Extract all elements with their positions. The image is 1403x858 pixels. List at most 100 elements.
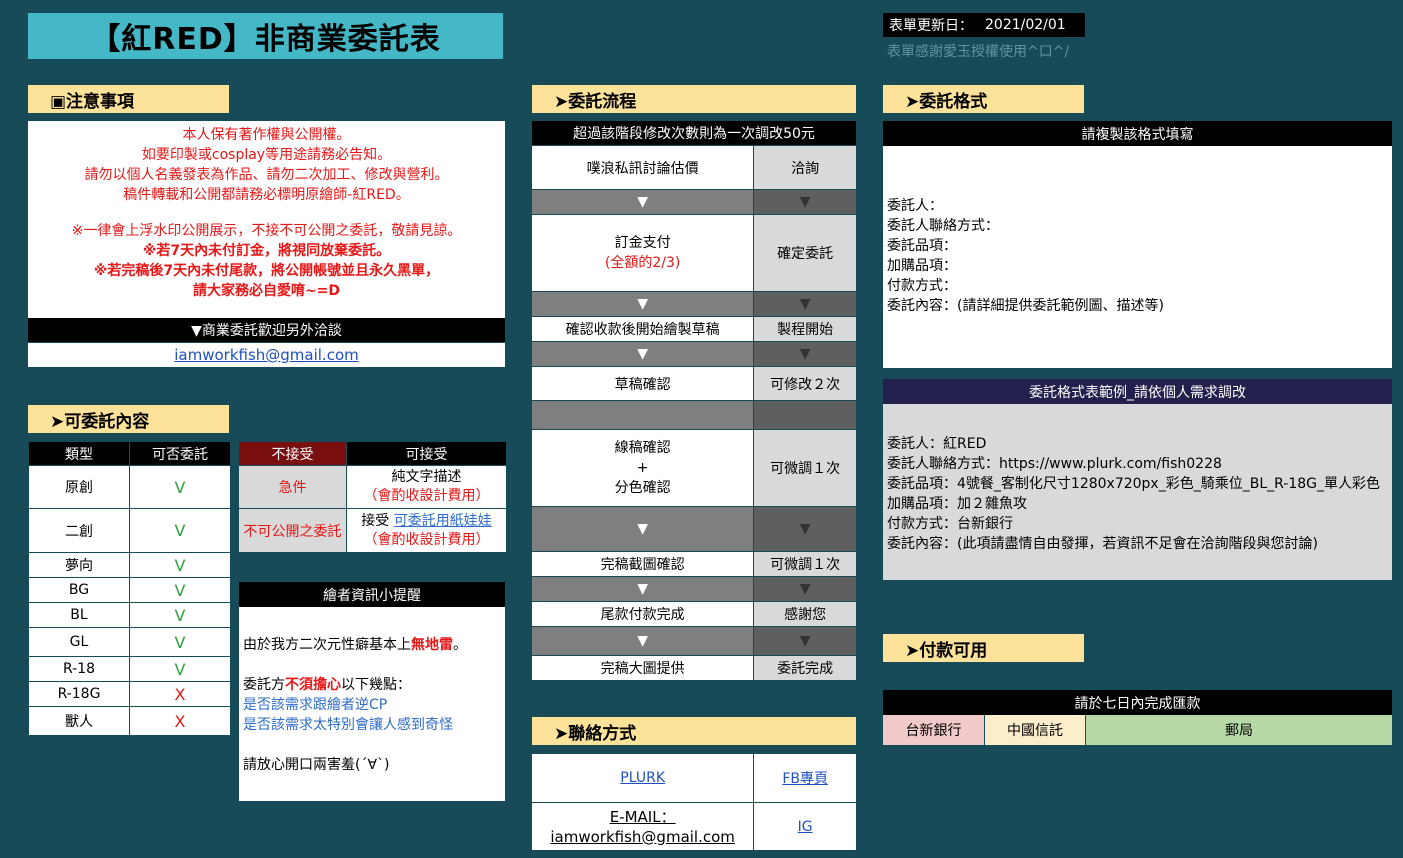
- flow-step-status: 可微調１次: [754, 552, 856, 576]
- email-label: E-MAIL：: [609, 807, 676, 826]
- notice-final-line: ※若完稿後7天內未付尾款，將公開帳號並且永久黑單，: [93, 263, 440, 279]
- ig-cell: IG: [754, 803, 856, 850]
- format-line: 加購品項：: [887, 258, 957, 274]
- down-arrow-icon: ▼: [532, 577, 755, 601]
- flow-step: 完稿截圖確認 可微調１次: [532, 552, 856, 577]
- reject-rush: 急件: [238, 465, 347, 509]
- flow-step-status: 感謝您: [754, 602, 856, 626]
- down-arrow-icon: ▼: [754, 627, 856, 655]
- format-line: 委託人聯絡方式：: [887, 218, 999, 234]
- flow-step-plus: +: [636, 460, 649, 476]
- business-email-link[interactable]: iamworkfish@gmail.com: [174, 346, 359, 364]
- type-cell: 二創: [28, 508, 130, 553]
- type-cell: BL: [28, 602, 130, 628]
- type-cell: BG: [28, 577, 130, 603]
- flow-arrow-row: [532, 401, 856, 430]
- table-row: 夢向 V: [28, 552, 231, 578]
- col-ok-header: 可否委託: [129, 441, 231, 466]
- down-arrow-icon: ▼: [754, 507, 856, 551]
- painter-text: 委託方: [243, 677, 285, 693]
- format-heading: ➤委託格式: [883, 85, 1084, 113]
- flow-step-text: 分色確認: [614, 480, 671, 496]
- example-box: 委託人：紅RED 委託人聯絡方式：https://www.plurk.com/f…: [883, 404, 1392, 580]
- no-mark: X: [129, 706, 231, 736]
- flow-blank: [754, 401, 856, 429]
- type-cell: 獸人: [28, 706, 130, 736]
- update-date: 表單更新日： 2021/02/01: [883, 13, 1085, 37]
- fb-cell: FB專頁: [754, 754, 856, 802]
- type-cell: R-18G: [28, 681, 130, 707]
- painter-line-4: 是否該需求太特別會讓人感到奇怪: [243, 717, 453, 733]
- flow-note: 超過該階段修改次數則為一次調改50元: [532, 121, 856, 145]
- ok-mark: V: [129, 627, 231, 657]
- table-row: 二創 V: [28, 508, 231, 553]
- flow-table: 噗浪私訊討論估價 洽詢 ▼ ▼ 訂金支付 (全額的2/3) 確定委託 ▼ ▼ 確…: [532, 146, 856, 690]
- flow-step-status: 確定委託: [754, 215, 856, 291]
- flow-step-status: 可微調１次: [754, 430, 856, 506]
- payment-note: 請於七日內完成匯款: [883, 690, 1392, 715]
- down-arrow-icon: ▼: [532, 507, 755, 551]
- content-heading: ➤可委託內容: [28, 405, 229, 433]
- painter-highlight: 不須擔心: [285, 677, 341, 693]
- contact-table: PLURK FB專頁 E-MAIL： iamworkfish@gmail.com…: [532, 754, 856, 850]
- post-office: 郵局: [1086, 715, 1392, 745]
- flow-step-label: 訂金支付 (全額的2/3): [532, 215, 755, 291]
- flow-arrow-row: ▼ ▼: [532, 342, 856, 367]
- ok-mark: V: [129, 602, 231, 628]
- table-row: 原創 V: [28, 465, 231, 509]
- business-note: ▼商業委託歡迎另外洽談: [28, 318, 505, 342]
- notice-line: 請勿以個人名義發表為作品、請勿二次加工、修改與營利。: [84, 167, 449, 183]
- flow-step: 確認收款後開始繪製草稿 製程開始: [532, 317, 856, 342]
- payment-heading: ➤付款可用: [883, 634, 1084, 662]
- accept-doll-prefix: 接受: [361, 512, 394, 529]
- table-row: R-18G X: [28, 681, 231, 707]
- flow-arrow-row: ▼ ▼: [532, 577, 856, 602]
- flow-step-status: 洽詢: [754, 146, 856, 189]
- flow-step-status: 可修改２次: [754, 367, 856, 400]
- flow-step-text: 線稿確認: [614, 440, 671, 456]
- flow-step-label: 確認收款後開始繪製草稿: [532, 317, 755, 341]
- flow-step: 噗浪私訊討論估價 洽詢: [532, 146, 856, 190]
- format-line: 付款方式：: [887, 278, 957, 294]
- flow-arrow-row: ▼ ▼: [532, 507, 856, 552]
- painter-line-2: 委託方不須擔心以下幾點：: [243, 675, 505, 695]
- painter-box: 由於我方二次元性癖基本上無地雷。 委託方不須擔心以下幾點： 是否該需求跟繪者逆C…: [239, 607, 505, 801]
- ok-mark: V: [129, 465, 231, 509]
- bank-ctbc: 中國信託: [985, 715, 1086, 745]
- ig-link[interactable]: IG: [798, 819, 813, 835]
- flow-step-status: 製程開始: [754, 317, 856, 341]
- example-line: 委託內容：(此項請盡情自由發揮，若資訊不足會在洽詢階段與您討論): [887, 536, 1318, 552]
- down-arrow-icon: ▼: [532, 342, 755, 366]
- email-cell: E-MAIL： iamworkfish@gmail.com: [532, 803, 755, 850]
- no-mark: X: [129, 681, 231, 707]
- example-line: 委託人：紅RED: [887, 436, 987, 452]
- flow-step-status: 委託完成: [754, 656, 856, 680]
- table-row: R-18 V: [28, 656, 231, 682]
- format-copy-note: 請複製該格式填寫: [883, 121, 1392, 146]
- format-template: 委託人： 委託人聯絡方式： 委託品項： 加購品項： 付款方式： 委託內容：(請詳…: [883, 146, 1392, 368]
- table-row: BG V: [28, 577, 231, 603]
- email-link[interactable]: iamworkfish@gmail.com: [550, 827, 735, 847]
- notice-deposit-line: ※若7天內未付訂金，將視同放棄委託。: [142, 243, 391, 259]
- col-type-header: 類型: [28, 441, 130, 466]
- down-arrow-icon: ▼: [754, 292, 856, 316]
- painter-text: 由於我方二次元性癖基本上: [243, 637, 411, 653]
- notice-line: 如要印製或cosplay等用途請務必告知。: [141, 147, 392, 163]
- painter-line-1: 由於我方二次元性癖基本上無地雷。: [243, 635, 505, 655]
- flow-step-label: 草稿確認: [532, 367, 755, 400]
- type-cell: 原創: [28, 465, 130, 509]
- type-cell: 夢向: [28, 552, 130, 578]
- accept-text-note: （會酌收設計費用）: [363, 488, 490, 504]
- payment-options: 台新銀行 中國信託 郵局: [883, 715, 1392, 745]
- flow-arrow-row: ▼ ▼: [532, 627, 856, 656]
- example-heading: 委託格式表範例_請依個人需求調改: [883, 379, 1392, 404]
- fb-link[interactable]: FB專頁: [782, 768, 828, 788]
- paper-doll-link[interactable]: 可委託用紙娃娃: [394, 513, 492, 529]
- plurk-link[interactable]: PLURK: [620, 770, 665, 786]
- flow-blank: [532, 401, 755, 429]
- down-arrow-icon: ▼: [754, 342, 856, 366]
- accept-doll: 接受 可委託用紙娃娃 （會酌收設計費用）: [346, 508, 507, 553]
- down-arrow-icon: ▼: [754, 577, 856, 601]
- update-label: 表單更新日：: [889, 18, 973, 34]
- plurk-cell: PLURK: [532, 754, 755, 802]
